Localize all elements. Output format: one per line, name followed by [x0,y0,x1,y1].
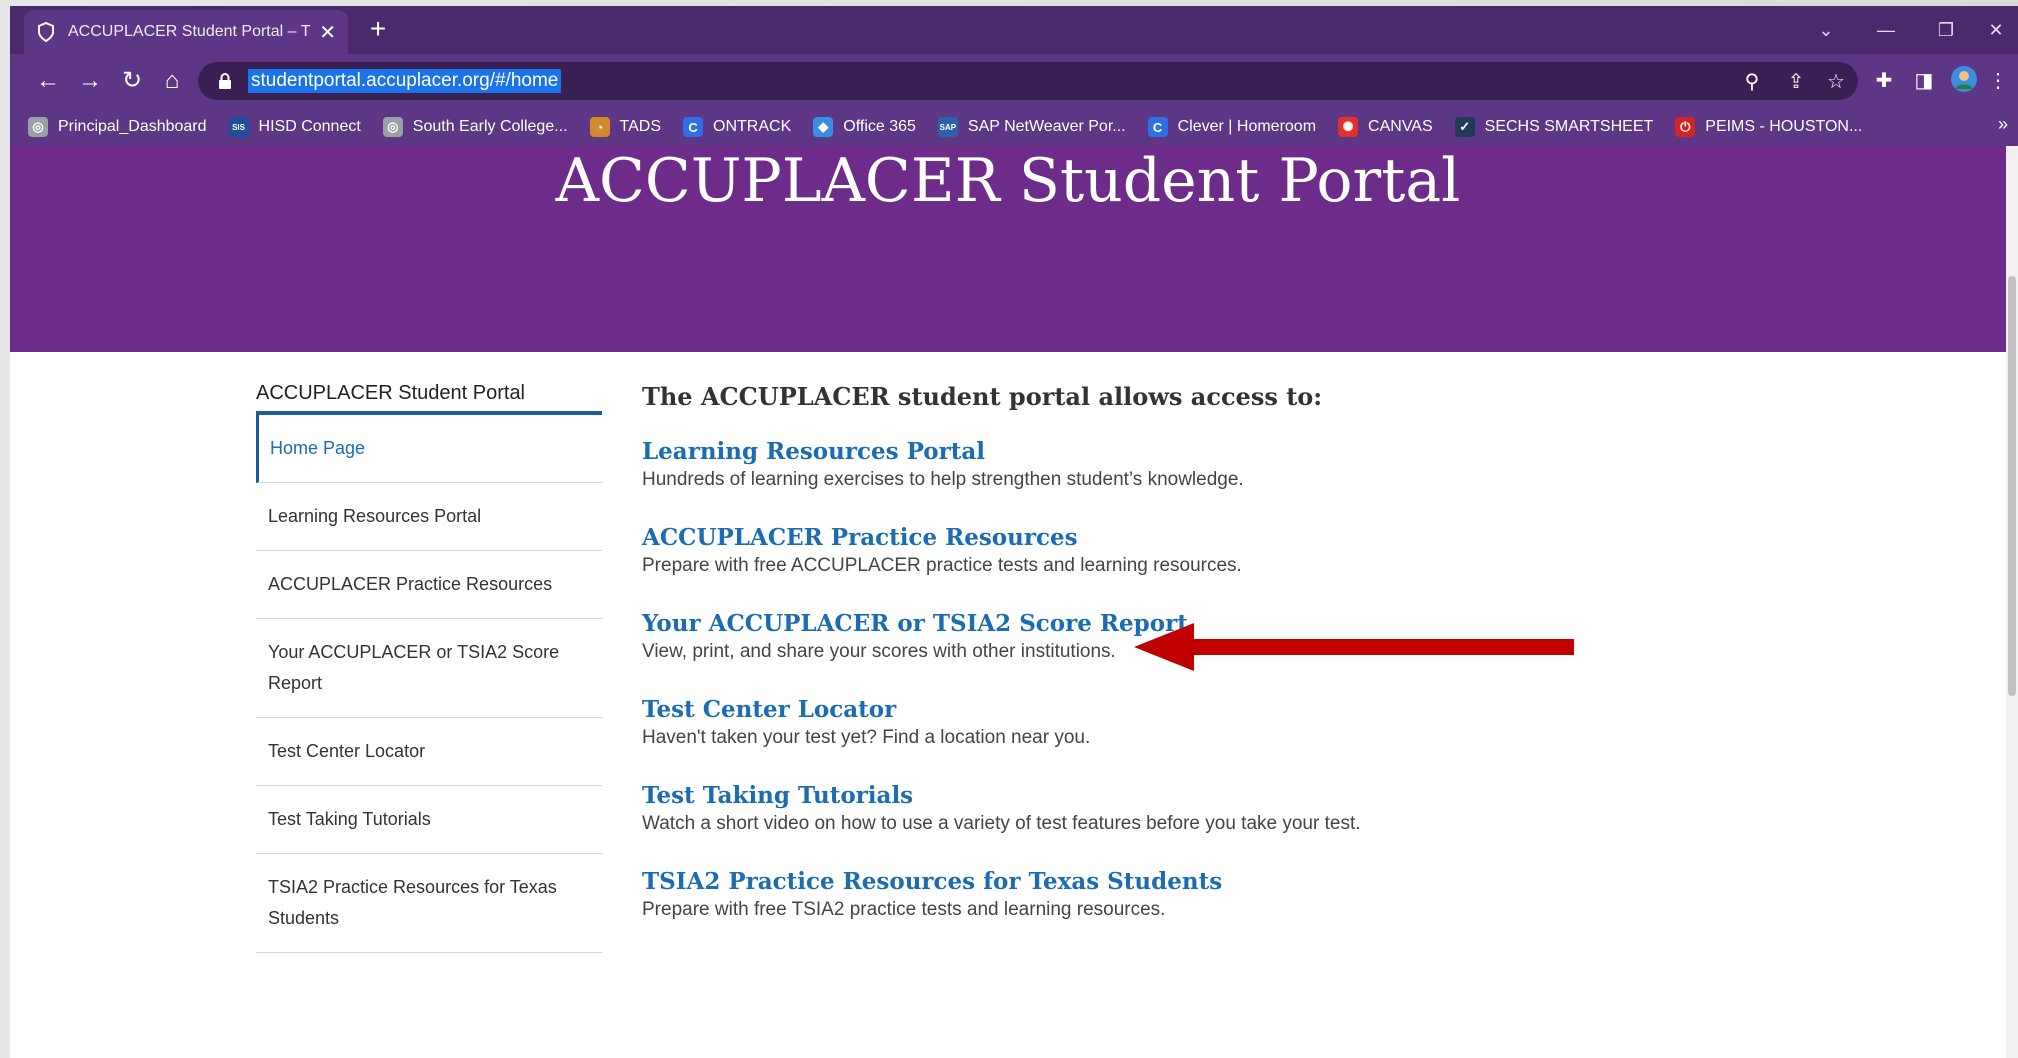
share-icon[interactable]: ⇪ [1782,68,1810,96]
sidebar-item-tsia2-practice[interactable]: TSIA2 Practice Resources for Texas Stude… [256,854,602,953]
minimize-icon[interactable]: — [1864,12,1908,48]
extensions-icon[interactable]: ✚ [1868,65,1900,97]
bookmark-label: SECHS SMARTSHEET [1484,118,1654,135]
sidebar-item-home[interactable]: Home Page [256,415,602,483]
intro-heading: The ACCUPLACER student portal allows acc… [642,382,1323,411]
bookmark-item[interactable]: ◎ South Early College... [382,117,568,137]
new-tab-button[interactable]: + [362,14,394,46]
close-tab-icon[interactable]: ✕ [319,20,336,45]
power-icon: ⏻ [1675,117,1696,137]
tsia2-practice-desc: Prepare with free TSIA2 practice tests a… [642,899,1166,920]
test-tutorials-link[interactable]: Test Taking Tutorials [642,781,1742,811]
restore-icon[interactable]: ❐ [1924,12,1968,48]
tads-icon: ◔ [589,117,610,137]
scrollbar-thumb[interactable] [2008,276,2016,696]
tsia2-practice-link[interactable]: TSIA2 Practice Resources for Texas Stude… [642,867,1742,897]
bookmark-item[interactable]: SAP SAP NetWeaver Por... [937,117,1126,137]
page-scrollbar[interactable] [2006,146,2018,1058]
bookmark-label: South Early College... [412,118,568,135]
close-window-icon[interactable]: ✕ [1974,12,2018,48]
address-bar[interactable]: studentportal.accuplacer.org/#/home ⚲ ⇪ … [198,62,1858,100]
profile-avatar[interactable] [1948,65,1980,97]
sidebar-item-test-center-locator[interactable]: Test Center Locator [256,718,602,786]
test-tutorials-desc: Watch a short video on how to use a vari… [642,813,1361,834]
bookmarks-bar: ◎ Principal_Dashboard SIS HISD Connect ◎ Sout… [10,108,2018,146]
hero-banner: ACCUPLACER Student Portal [10,146,2006,352]
url-text[interactable]: studentportal.accuplacer.org/#/home [248,69,562,93]
zoom-icon[interactable]: ⚲ [1738,68,1766,96]
bookmark-item[interactable]: ⏻ PEIMS - HOUSTON... [1675,117,1862,137]
lock-icon [218,73,234,89]
tab-title: ACCUPLACER Student Portal – The [68,23,312,40]
test-center-locator-desc: Haven't taken your test yet? Find a loca… [642,727,1091,748]
red-arrow-annotation [1134,623,1574,671]
bookmark-label: SAP NetWeaver Por... [967,118,1126,135]
sidebar-item-test-tutorials[interactable]: Test Taking Tutorials [256,786,602,854]
sis-icon: SIS [228,117,249,137]
sidebar-nav: ACCUPLACER Student Portal Home Page Lear… [256,382,602,953]
bookmark-label: ONTRACK [713,118,792,135]
sidebar-item-score-report[interactable]: Your ACCUPLACER or TSIA2 Score Report [256,619,602,718]
entry-test-tutorials: Test Taking Tutorials Watch a short vide… [642,781,1742,837]
entry-practice-resources: ACCUPLACER Practice Resources Prepare wi… [642,523,1742,579]
back-icon[interactable]: ← [32,65,64,97]
browser-window: ACCUPLACER Student Portal – The ✕ + ⌄ — … [10,6,2018,1058]
entry-test-center-locator: Test Center Locator Haven't taken your t… [642,695,1742,751]
reload-icon[interactable]: ↻ [116,65,148,97]
bookmark-label: Principal_Dashboard [58,118,207,135]
globe-icon: ◎ [28,117,48,137]
forward-icon[interactable]: → [74,65,106,97]
bookmark-item[interactable]: ◎ Principal_Dashboard [28,117,207,137]
browser-toolbar: ← → ↻ ⌂ studentportal.accuplacer.org/#/h… [10,54,2018,108]
sidebar-item-practice-resources[interactable]: ACCUPLACER Practice Resources [256,551,602,619]
web-page: ACCUPLACER Student Portal ACCUPLACER Stu… [10,146,2006,1058]
side-panel-icon[interactable]: ◨ [1908,65,1940,97]
sidebar-item-learning-resources[interactable]: Learning Resources Portal [256,483,602,551]
bookmark-item[interactable]: SIS HISD Connect [228,117,361,137]
practice-resources-desc: Prepare with free ACCUPLACER practice te… [642,555,1242,576]
bookmark-item[interactable]: ✺ CANVAS [1338,117,1433,137]
home-icon[interactable]: ⌂ [156,65,188,97]
practice-resources-link[interactable]: ACCUPLACER Practice Resources [642,523,1742,553]
bookmark-label: Office 365 [843,118,916,135]
bookmark-label: TADS [619,118,662,135]
bookmark-label: PEIMS - HOUSTON... [1705,118,1863,135]
browser-tab[interactable]: ACCUPLACER Student Portal – The ✕ [24,10,348,54]
tab-bar: ACCUPLACER Student Portal – The ✕ + ⌄ — … [10,6,2018,54]
bookmark-item[interactable]: C Clever | Homeroom [1147,117,1317,137]
bookmark-label: CANVAS [1368,118,1433,135]
bookmark-item[interactable]: ◆ Office 365 [813,117,916,137]
learning-resources-desc: Hundreds of learning exercises to help s… [642,469,1244,490]
menu-icon[interactable]: ⋮ [1982,65,2014,97]
bookmarks-overflow-icon[interactable]: » [1998,114,2008,135]
bookmark-star-icon[interactable]: ☆ [1822,68,1850,96]
office-icon: ◆ [813,117,834,137]
tab-search-icon[interactable]: ⌄ [1804,12,1848,48]
sidebar-heading: ACCUPLACER Student Portal [256,382,602,415]
entry-tsia2-practice: TSIA2 Practice Resources for Texas Stude… [642,867,1742,923]
bookmark-item[interactable]: C ONTRACK [683,117,791,137]
bookmark-item[interactable]: ✓ SECHS SMARTSHEET [1454,117,1654,137]
check-icon: ✓ [1454,117,1475,137]
bookmark-label: Clever | Homeroom [1177,118,1317,135]
learning-resources-link[interactable]: Learning Resources Portal [642,437,1742,467]
page-title: ACCUPLACER Student Portal [555,146,1461,216]
globe-icon: ◎ [382,117,403,137]
sap-icon: SAP [937,117,958,137]
shield-icon [36,22,56,42]
test-center-locator-link[interactable]: Test Center Locator [642,695,1742,725]
bookmark-item[interactable]: ◔ TADS [589,117,662,137]
c-icon: C [683,117,704,137]
c-icon: C [1147,117,1168,137]
entry-learning-resources: Learning Resources Portal Hundreds of le… [642,437,1742,493]
canvas-icon: ✺ [1338,117,1359,137]
bookmark-label: HISD Connect [258,118,361,135]
